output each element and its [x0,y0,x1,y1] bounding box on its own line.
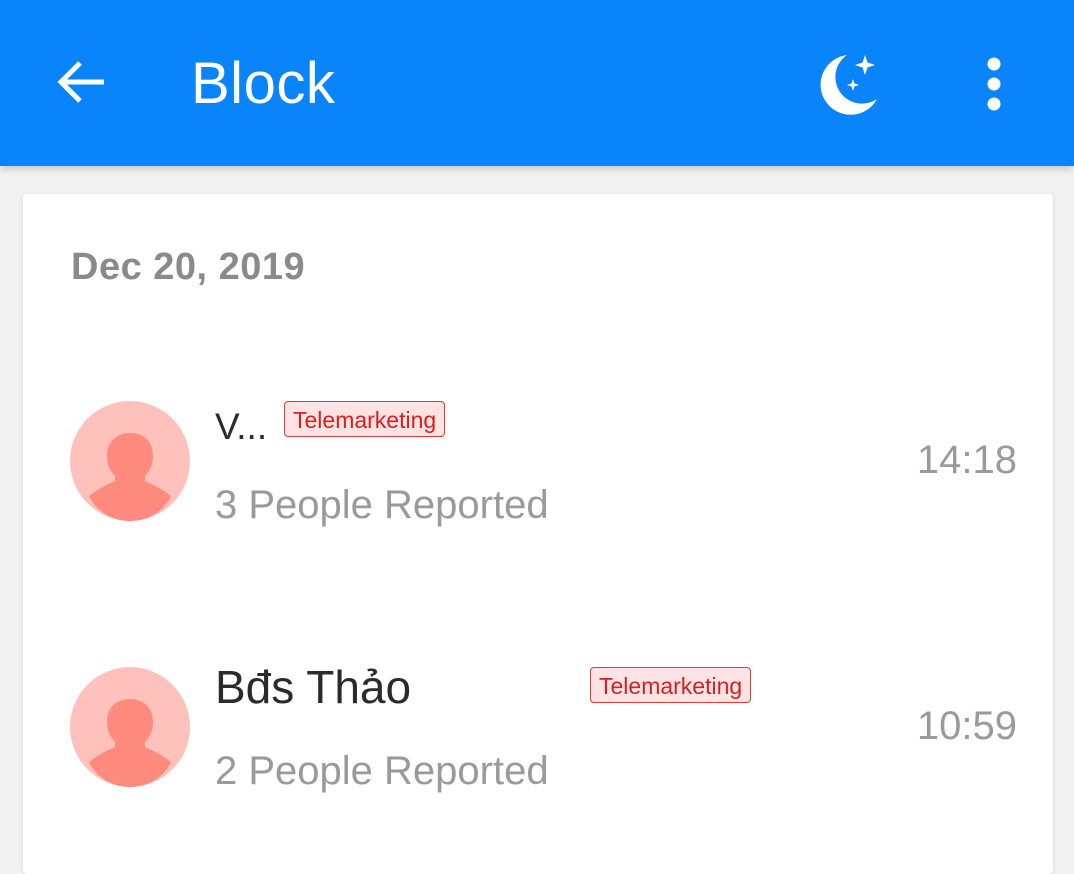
reported-count: 3 People Reported [215,483,549,527]
back-button[interactable] [44,44,120,120]
reported-count: 2 People Reported [215,749,549,793]
call-time: 14:18 [916,438,1017,482]
date-header: Dec 20, 2019 [71,246,306,288]
call-time: 10:59 [916,704,1017,748]
avatar [70,401,190,521]
telemarketing-tag: Telemarketing [284,401,446,437]
moon-stars-icon [820,55,877,115]
block-list-card: Dec 20, 2019 V... Telemarketing 3 People… [23,194,1053,874]
blocked-call-row[interactable]: Bđs Thảo Telemarketing 2 People Reported… [23,636,1053,816]
blocked-call-row[interactable]: V... Telemarketing 3 People Reported 14:… [23,370,1053,550]
person-avatar-icon [89,699,171,787]
page-title: Block [191,51,336,116]
more-vertical-icon [987,57,1001,111]
more-options-button[interactable] [964,46,1024,122]
night-mode-button[interactable] [808,46,888,122]
contact-name: V... [215,406,268,447]
person-avatar-icon [89,433,171,521]
telemarketing-tag: Telemarketing [590,667,752,703]
contact-name: Bđs Thảo [215,661,412,713]
app-bar: Block [0,0,1074,166]
avatar [70,667,190,787]
arrow-left-icon [57,61,104,103]
